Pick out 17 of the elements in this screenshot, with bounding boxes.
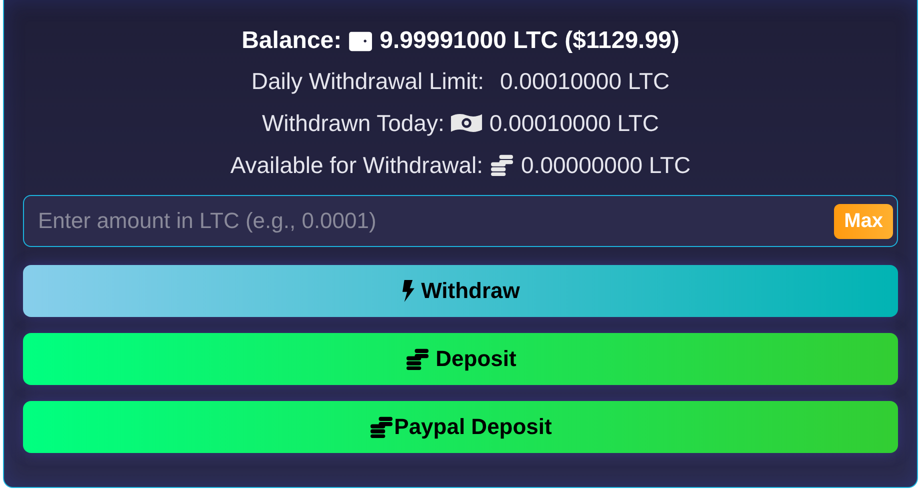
banknote-icon	[450, 112, 484, 134]
stat-value: 0.00010000 LTC	[489, 110, 660, 136]
deposit-button[interactable]: Deposit	[23, 333, 898, 385]
lightning-icon	[401, 280, 416, 302]
coins-icon	[489, 154, 516, 176]
wallet-icon	[348, 30, 374, 52]
stat-value: 0.00010000 LTC	[500, 68, 670, 94]
withdraw-button[interactable]: Withdraw	[23, 265, 898, 317]
balance-value: 9.99991000 LTC ($1129.99)	[380, 27, 680, 55]
balance-label: Balance:	[242, 27, 342, 55]
coins-icon	[404, 348, 430, 370]
stat-value: 0.00000000 LTC	[521, 152, 691, 178]
stat-label: Available for Withdrawal:	[230, 152, 484, 178]
deposit-button[interactable]: Paypal Deposit	[23, 401, 898, 453]
stat-label: Withdrawn Today:	[262, 110, 444, 136]
stat-label: Daily Withdrawal Limit:	[251, 68, 484, 94]
coins-icon	[369, 416, 394, 438]
